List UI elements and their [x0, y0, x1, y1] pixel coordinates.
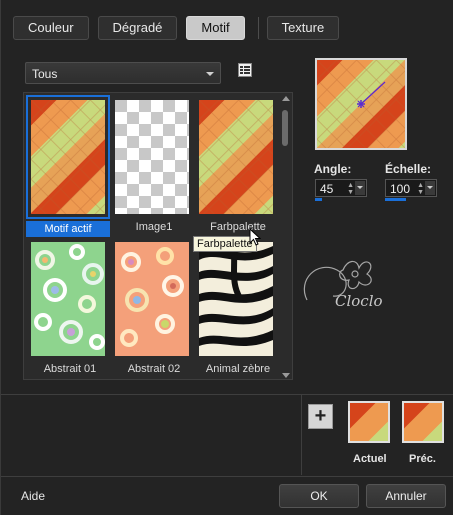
- tab-degrade[interactable]: Dégradé: [97, 16, 178, 40]
- pattern-preview-image: [115, 100, 189, 214]
- scroll-down-arrow-icon[interactable]: [282, 373, 290, 378]
- footer-divider: [1, 476, 453, 477]
- pattern-preview-image: [31, 242, 105, 356]
- pattern-preview: [315, 58, 407, 150]
- mouse-cursor-icon: [249, 228, 261, 246]
- pattern-preview-image: [317, 60, 405, 148]
- add-pattern-button[interactable]: +: [308, 404, 333, 429]
- spin-arrows-icon[interactable]: ▲ ▼: [417, 182, 424, 196]
- angle-spinbox[interactable]: 45 ▲ ▼: [315, 179, 367, 197]
- angle-handle-icon[interactable]: [357, 100, 365, 108]
- tab-motif[interactable]: Motif: [186, 16, 245, 40]
- pattern-preview-image: [350, 403, 388, 441]
- pattern-label: Abstrait 01: [43, 363, 97, 375]
- list-view-icon[interactable]: [237, 62, 253, 78]
- pattern-preview-image: [199, 242, 273, 356]
- current-pattern-swatch[interactable]: [348, 401, 390, 443]
- tab-bar: Couleur Dégradé Motif Texture: [13, 16, 348, 40]
- pattern-thumb-abstrait-01[interactable]: Abstrait 01: [28, 239, 108, 375]
- scale-value: 100: [390, 182, 411, 196]
- pattern-thumb-image1[interactable]: Image1: [112, 97, 192, 233]
- scale-slider-fill[interactable]: [385, 198, 406, 201]
- pattern-label: Farbpalette: [210, 221, 266, 233]
- previous-swatch-label: Préc.: [409, 453, 436, 465]
- scale-spinbox[interactable]: 100 ▲ ▼: [385, 179, 437, 197]
- previous-pattern-swatch[interactable]: [402, 401, 444, 443]
- section-divider: [301, 395, 302, 475]
- category-dropdown-value: Tous: [32, 67, 58, 81]
- watermark-logo: Cloclo: [303, 260, 383, 310]
- category-dropdown[interactable]: Tous: [25, 62, 221, 84]
- pattern-preview-image: [31, 100, 105, 214]
- pattern-preview-image: [115, 242, 189, 356]
- section-divider: [1, 394, 453, 395]
- cancel-button[interactable]: Annuler: [366, 484, 446, 508]
- chevron-down-icon: [206, 72, 214, 76]
- tab-couleur[interactable]: Couleur: [13, 16, 89, 40]
- pattern-label: Motif actif: [26, 221, 110, 237]
- pattern-dialog: Couleur Dégradé Motif Texture Tous Motif…: [0, 0, 453, 515]
- help-link[interactable]: Aide: [21, 489, 45, 503]
- spin-arrows-icon[interactable]: ▲ ▼: [347, 182, 354, 196]
- angle-label: Angle:: [314, 162, 352, 176]
- angle-dropdown-button[interactable]: [355, 181, 365, 195]
- angle-slider-fill[interactable]: [315, 198, 322, 201]
- gallery-scrollbar[interactable]: [279, 96, 291, 378]
- tab-texture[interactable]: Texture: [266, 16, 340, 40]
- tab-separator: [257, 17, 259, 39]
- angle-value: 45: [320, 182, 334, 196]
- pattern-preview-image: [199, 100, 273, 214]
- pattern-label: Image1: [135, 221, 173, 233]
- scroll-up-arrow-icon[interactable]: [282, 96, 290, 101]
- pattern-thumb-abstrait-02[interactable]: Abstrait 02: [112, 239, 192, 375]
- pattern-preview-image: [404, 403, 442, 441]
- scale-label: Échelle:: [385, 162, 432, 176]
- scrollbar-thumb[interactable]: [282, 110, 288, 146]
- pattern-label: Abstrait 02: [127, 363, 181, 375]
- pattern-tooltip: Farbpalette: [193, 236, 257, 252]
- ok-button[interactable]: OK: [279, 484, 359, 508]
- pattern-thumb-animal-zebre[interactable]: Animal zèbre: [196, 239, 276, 375]
- pattern-label: Animal zèbre: [205, 363, 271, 375]
- pattern-thumb-farbpalette[interactable]: Farbpalette: [196, 97, 276, 233]
- current-swatch-label: Actuel: [353, 453, 387, 465]
- svg-text:Cloclo: Cloclo: [335, 292, 383, 310]
- pattern-thumb-motif-actif[interactable]: Motif actif: [26, 95, 110, 237]
- scale-dropdown-button[interactable]: [425, 181, 435, 195]
